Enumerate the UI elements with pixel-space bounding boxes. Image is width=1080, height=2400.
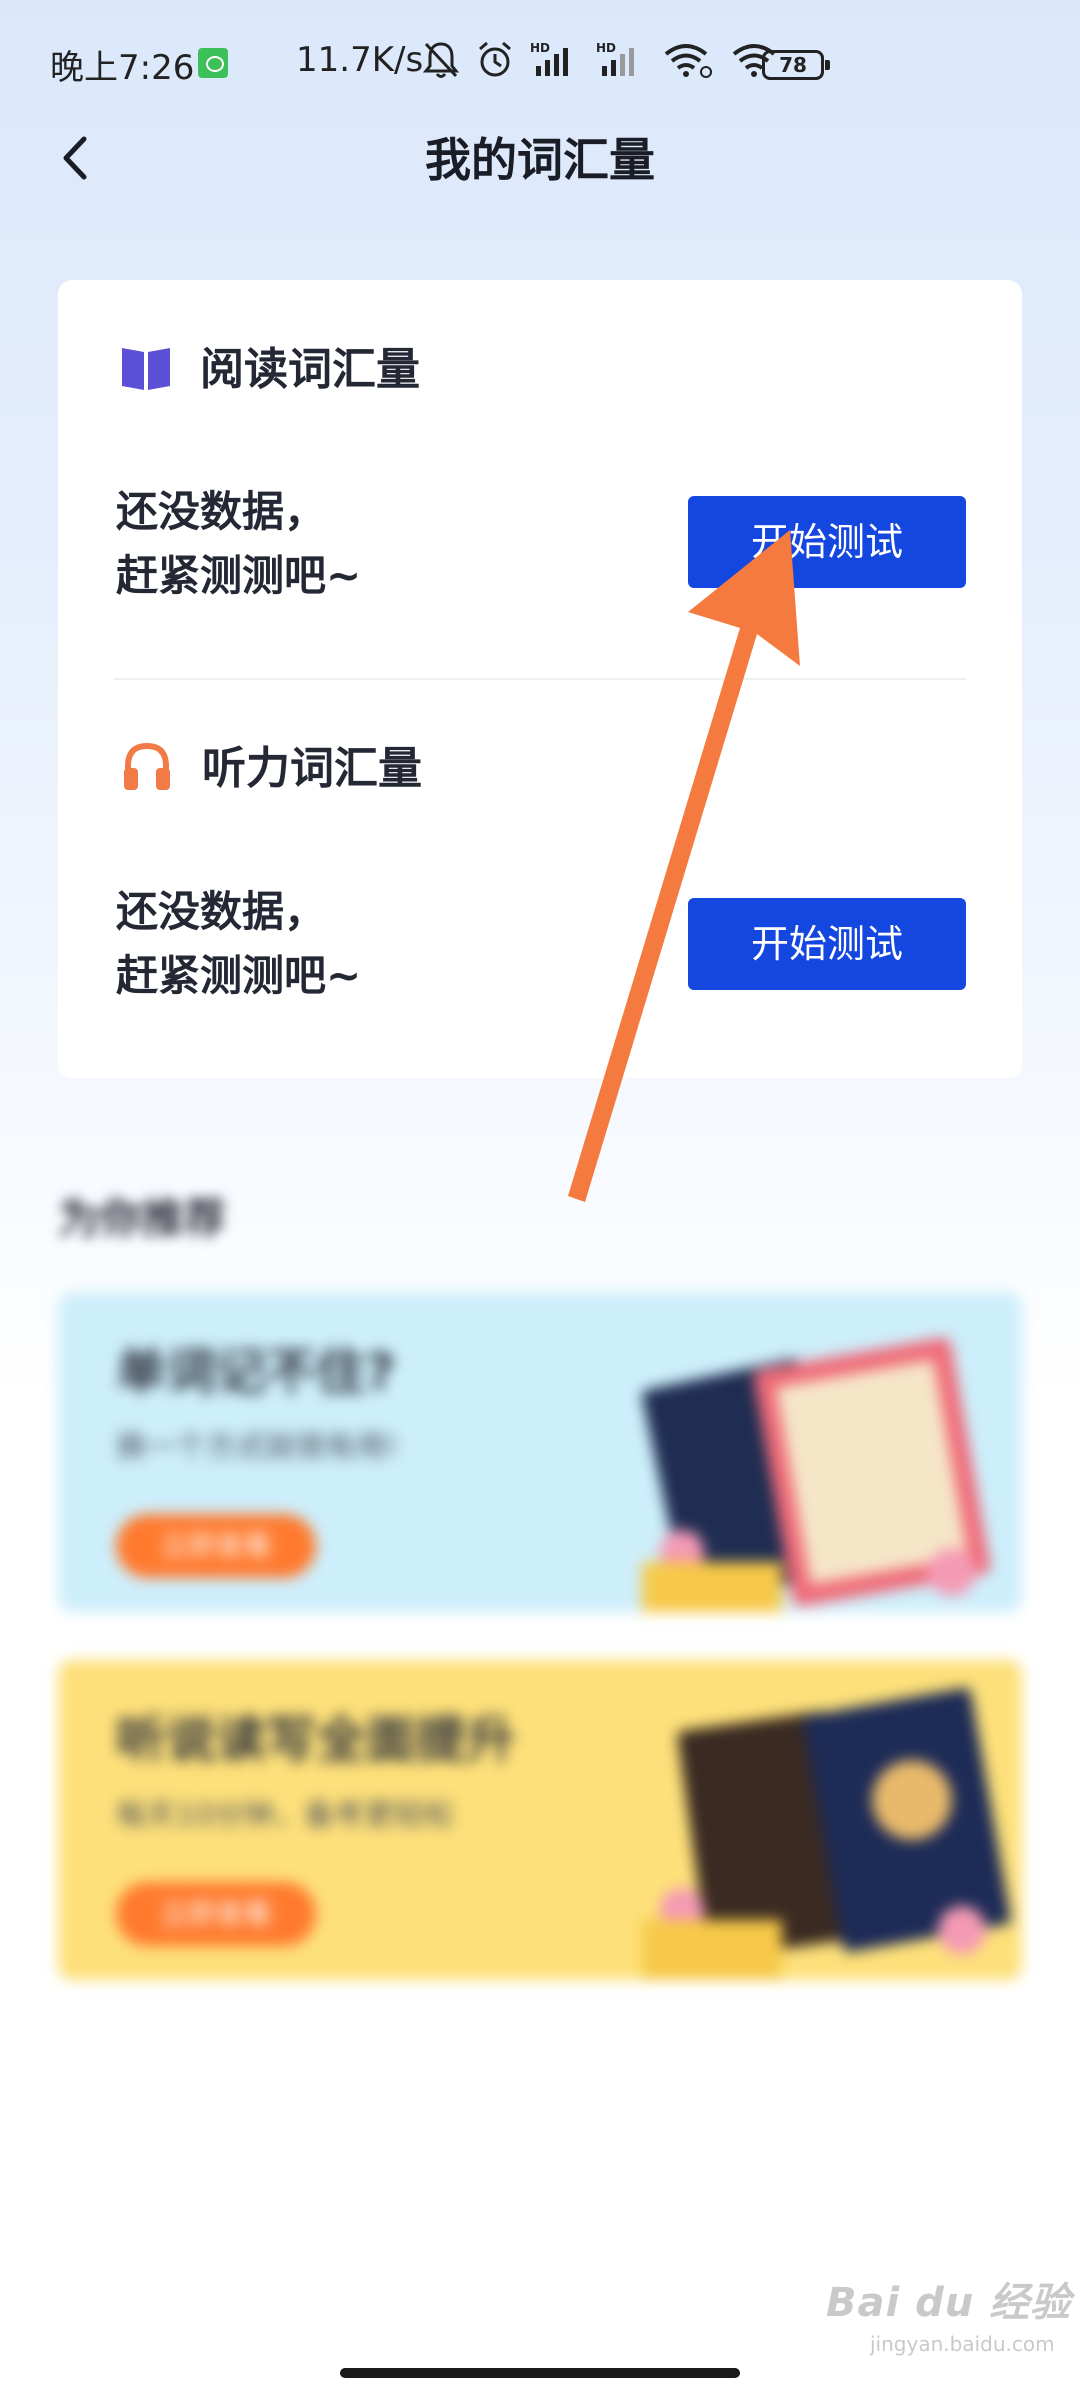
- reading-section-header: 阅读词汇量: [120, 342, 420, 398]
- watermark-logo: Bai du 经验: [826, 2280, 1072, 2326]
- headphones-icon: [120, 740, 174, 798]
- recommend-card[interactable]: 听说读写全面提升 每天10分钟，备考更轻松 立即查看: [58, 1660, 1022, 1980]
- recommend-card-button[interactable]: 立即查看: [116, 1882, 316, 1946]
- app-notification-icon: [198, 48, 228, 78]
- home-indicator[interactable]: [340, 2368, 740, 2378]
- listening-vocabulary-section: 听力词汇量 还没数据， 赶紧测测吧~ 开始测试: [58, 680, 1022, 1078]
- book-cover-image: [622, 1680, 1022, 1980]
- chevron-left-icon: [54, 133, 94, 187]
- book-cover-image: [622, 1312, 1022, 1612]
- vocabulary-card: 阅读词汇量 还没数据， 赶紧测测吧~ 开始测试 听力词汇量 还没数据， 赶紧测测…: [58, 280, 1022, 1078]
- reading-vocabulary-section: 阅读词汇量 还没数据， 赶紧测测吧~ 开始测试: [58, 280, 1022, 680]
- recommend-card[interactable]: 单词记不住? 换一个方式就很有用! 立即查看: [58, 1292, 1022, 1612]
- recommend-card-subtitle: 每天10分钟，备考更轻松: [116, 1798, 455, 1833]
- status-bar: 晚上7:26 11.7K/s HD HD 78: [0, 0, 1080, 130]
- reading-start-test-button[interactable]: 开始测试: [688, 496, 966, 588]
- mute-bell-icon: [422, 40, 460, 84]
- page-title: 我的词汇量: [425, 133, 655, 187]
- listening-start-test-button[interactable]: 开始测试: [688, 898, 966, 990]
- svg-text:HD: HD: [530, 41, 550, 55]
- svg-text:HD: HD: [596, 41, 616, 55]
- network-speed: 11.7K/s: [296, 40, 424, 80]
- recommend-card-subtitle: 换一个方式就很有用!: [116, 1430, 399, 1465]
- recommend-heading: 为你推荐: [58, 1194, 227, 1243]
- recommend-card-title: 单词记不住?: [116, 1343, 396, 1401]
- status-time: 晚上7:26: [50, 48, 195, 88]
- book-icon: [120, 344, 172, 396]
- reading-section-title: 阅读词汇量: [200, 344, 420, 395]
- battery-indicator: 78: [762, 50, 830, 80]
- hd-signal-icon: HD: [596, 40, 646, 84]
- watermark-url: jingyan.baidu.com: [870, 2332, 1055, 2356]
- recommend-card-title: 听说读写全面提升: [116, 1711, 516, 1769]
- alarm-icon: [476, 40, 514, 84]
- reading-empty-message: 还没数据， 赶紧测测吧~: [116, 487, 362, 600]
- listening-section-title: 听力词汇量: [202, 743, 422, 794]
- recommend-card-button[interactable]: 立即查看: [116, 1514, 316, 1578]
- listening-section-header: 听力词汇量: [120, 740, 422, 798]
- wifi-icon: [662, 40, 714, 84]
- status-icons: HD HD: [422, 40, 778, 84]
- listening-empty-message: 还没数据， 赶紧测测吧~: [116, 887, 362, 1000]
- back-button[interactable]: [44, 130, 104, 190]
- hd-signal-icon: HD: [530, 40, 580, 84]
